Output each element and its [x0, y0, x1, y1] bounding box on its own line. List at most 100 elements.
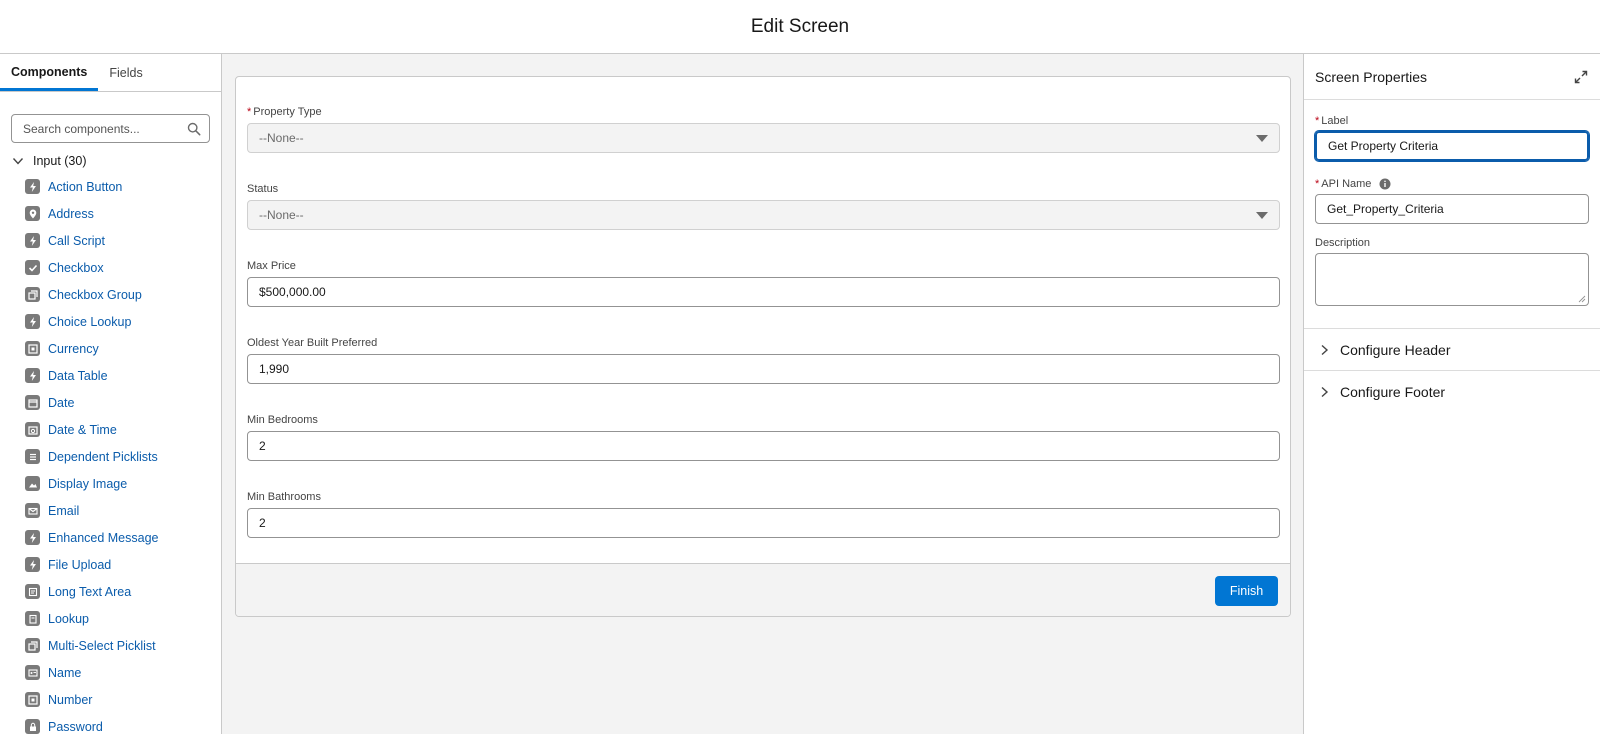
configure-header-section[interactable]: Configure Header: [1304, 328, 1600, 370]
page-title: Edit Screen: [750, 15, 850, 37]
component-item-data-table[interactable]: Data Table: [0, 362, 221, 389]
field-label: Oldest Year Built Preferred: [247, 337, 378, 349]
component-label: Address: [48, 206, 94, 221]
component-label: Lookup: [48, 611, 90, 626]
field-label: Status: [247, 183, 279, 195]
field-label: * Label: [1315, 114, 1589, 128]
bolt-icon: [25, 233, 40, 248]
component-item-number[interactable]: Number: [0, 686, 221, 713]
finish-button[interactable]: Finish: [1215, 576, 1278, 606]
calendar-icon: [25, 395, 40, 410]
component-item-name[interactable]: Name: [0, 659, 221, 686]
tab-components[interactable]: Components: [0, 54, 99, 91]
field-label-text: Label: [1321, 115, 1349, 127]
component-label: File Upload: [48, 557, 112, 572]
lookup-icon: [25, 611, 40, 626]
component-item-multi-select-picklist[interactable]: Multi-Select Picklist: [0, 632, 221, 659]
component-label: Checkbox Group: [48, 287, 142, 302]
field-property-type[interactable]: * Property Type --None--: [247, 104, 1280, 153]
component-item-checkbox-group[interactable]: Checkbox Group: [0, 281, 221, 308]
field-label-text: API Name: [1321, 178, 1372, 190]
search-components-input[interactable]: [23, 121, 187, 136]
min-bedrooms-input[interactable]: 2: [247, 431, 1280, 461]
component-label: Call Script: [48, 233, 105, 248]
component-item-action-button[interactable]: Action Button: [0, 173, 221, 200]
min-bathrooms-input[interactable]: 2: [247, 508, 1280, 538]
component-label: Enhanced Message: [48, 530, 159, 545]
info-icon[interactable]: [1379, 178, 1391, 190]
required-asterisk: *: [247, 106, 252, 118]
field-min-bathrooms[interactable]: Min Bathrooms 2: [247, 489, 1280, 538]
chevron-down-icon: [12, 158, 24, 165]
field-min-bedrooms[interactable]: Min Bedrooms 2: [247, 412, 1280, 461]
component-label: Date: [48, 395, 75, 410]
component-item-enhanced-message[interactable]: Enhanced Message: [0, 524, 221, 551]
status-select[interactable]: --None--: [247, 200, 1280, 230]
caret-down-icon: [1256, 134, 1268, 142]
select-value: --None--: [259, 208, 304, 222]
bolt-icon: [25, 368, 40, 383]
component-label: Checkbox: [48, 260, 104, 275]
component-item-choice-lookup[interactable]: Choice Lookup: [0, 308, 221, 335]
required-asterisk: *: [1315, 115, 1320, 127]
screen-properties-panel: Screen Properties * Label Get Property Cr…: [1303, 54, 1600, 734]
component-item-dependent-picklists[interactable]: Dependent Picklists: [0, 443, 221, 470]
components-panel: Components Fields Input (30) Action Butt…: [0, 54, 222, 734]
component-item-date[interactable]: Date: [0, 389, 221, 416]
field-oldest-year-built[interactable]: Oldest Year Built Preferred 1,990: [247, 335, 1280, 384]
tab-fields[interactable]: Fields: [98, 54, 153, 91]
component-item-address[interactable]: Address: [0, 200, 221, 227]
api-name-input[interactable]: Get_Property_Criteria: [1315, 194, 1589, 224]
api-name-field-group: * API Name Get_Property_Criteria: [1315, 177, 1589, 224]
component-item-email[interactable]: Email: [0, 497, 221, 524]
checkmark-icon: [25, 260, 40, 275]
component-item-call-script[interactable]: Call Script: [0, 227, 221, 254]
label-input[interactable]: Get Property Criteria: [1315, 131, 1589, 161]
bolt-icon: [25, 530, 40, 545]
component-label: Choice Lookup: [48, 314, 132, 329]
field-label: Description: [1315, 237, 1371, 249]
bolt-icon: [25, 314, 40, 329]
field-max-price[interactable]: Max Price $500,000.00: [247, 258, 1280, 307]
section-label: Configure Footer: [1340, 383, 1446, 400]
component-label: Currency: [48, 341, 99, 356]
required-asterisk: *: [1315, 178, 1320, 190]
component-item-file-upload[interactable]: File Upload: [0, 551, 221, 578]
field-status[interactable]: Status --None--: [247, 181, 1280, 230]
max-price-input[interactable]: $500,000.00: [247, 277, 1280, 307]
list-icon: [25, 449, 40, 464]
search-components-box[interactable]: [11, 114, 210, 143]
component-list: Action Button Address Call Script Checkb…: [0, 173, 221, 734]
field-label: Min Bedrooms: [247, 414, 318, 426]
component-item-checkbox[interactable]: Checkbox: [0, 254, 221, 281]
oldest-year-built-input[interactable]: 1,990: [247, 354, 1280, 384]
calendar-clock-icon: [25, 422, 40, 437]
field-label: * API Name: [1315, 177, 1589, 191]
component-item-currency[interactable]: Currency: [0, 335, 221, 362]
component-label: Display Image: [48, 476, 128, 491]
search-icon[interactable]: [187, 122, 201, 136]
expand-icon[interactable]: [1574, 70, 1588, 84]
id-card-icon: [25, 665, 40, 680]
component-item-password[interactable]: Password: [0, 713, 221, 734]
location-pin-icon: [25, 206, 40, 221]
description-textarea[interactable]: [1315, 253, 1589, 306]
component-label: Email: [48, 503, 80, 518]
component-label: Number: [48, 692, 93, 707]
component-label: Name: [48, 665, 82, 680]
component-item-lookup[interactable]: Lookup: [0, 605, 221, 632]
lock-icon: [25, 719, 40, 734]
field-label-text: Property Type: [253, 106, 322, 118]
resize-grip-icon[interactable]: [1578, 295, 1586, 303]
envelope-icon: [25, 503, 40, 518]
component-item-display-image[interactable]: Display Image: [0, 470, 221, 497]
chevron-right-icon: [1321, 344, 1329, 355]
section-input[interactable]: Input (30): [0, 152, 221, 170]
property-type-select[interactable]: --None--: [247, 123, 1280, 153]
component-label: Long Text Area: [48, 584, 132, 599]
component-item-long-text-area[interactable]: Long Text Area: [0, 578, 221, 605]
stacked-squares-icon: [25, 287, 40, 302]
component-item-date-time[interactable]: Date & Time: [0, 416, 221, 443]
screen-preview[interactable]: * Property Type --None-- Status --None-- …: [235, 76, 1291, 617]
configure-footer-section[interactable]: Configure Footer: [1304, 370, 1600, 412]
